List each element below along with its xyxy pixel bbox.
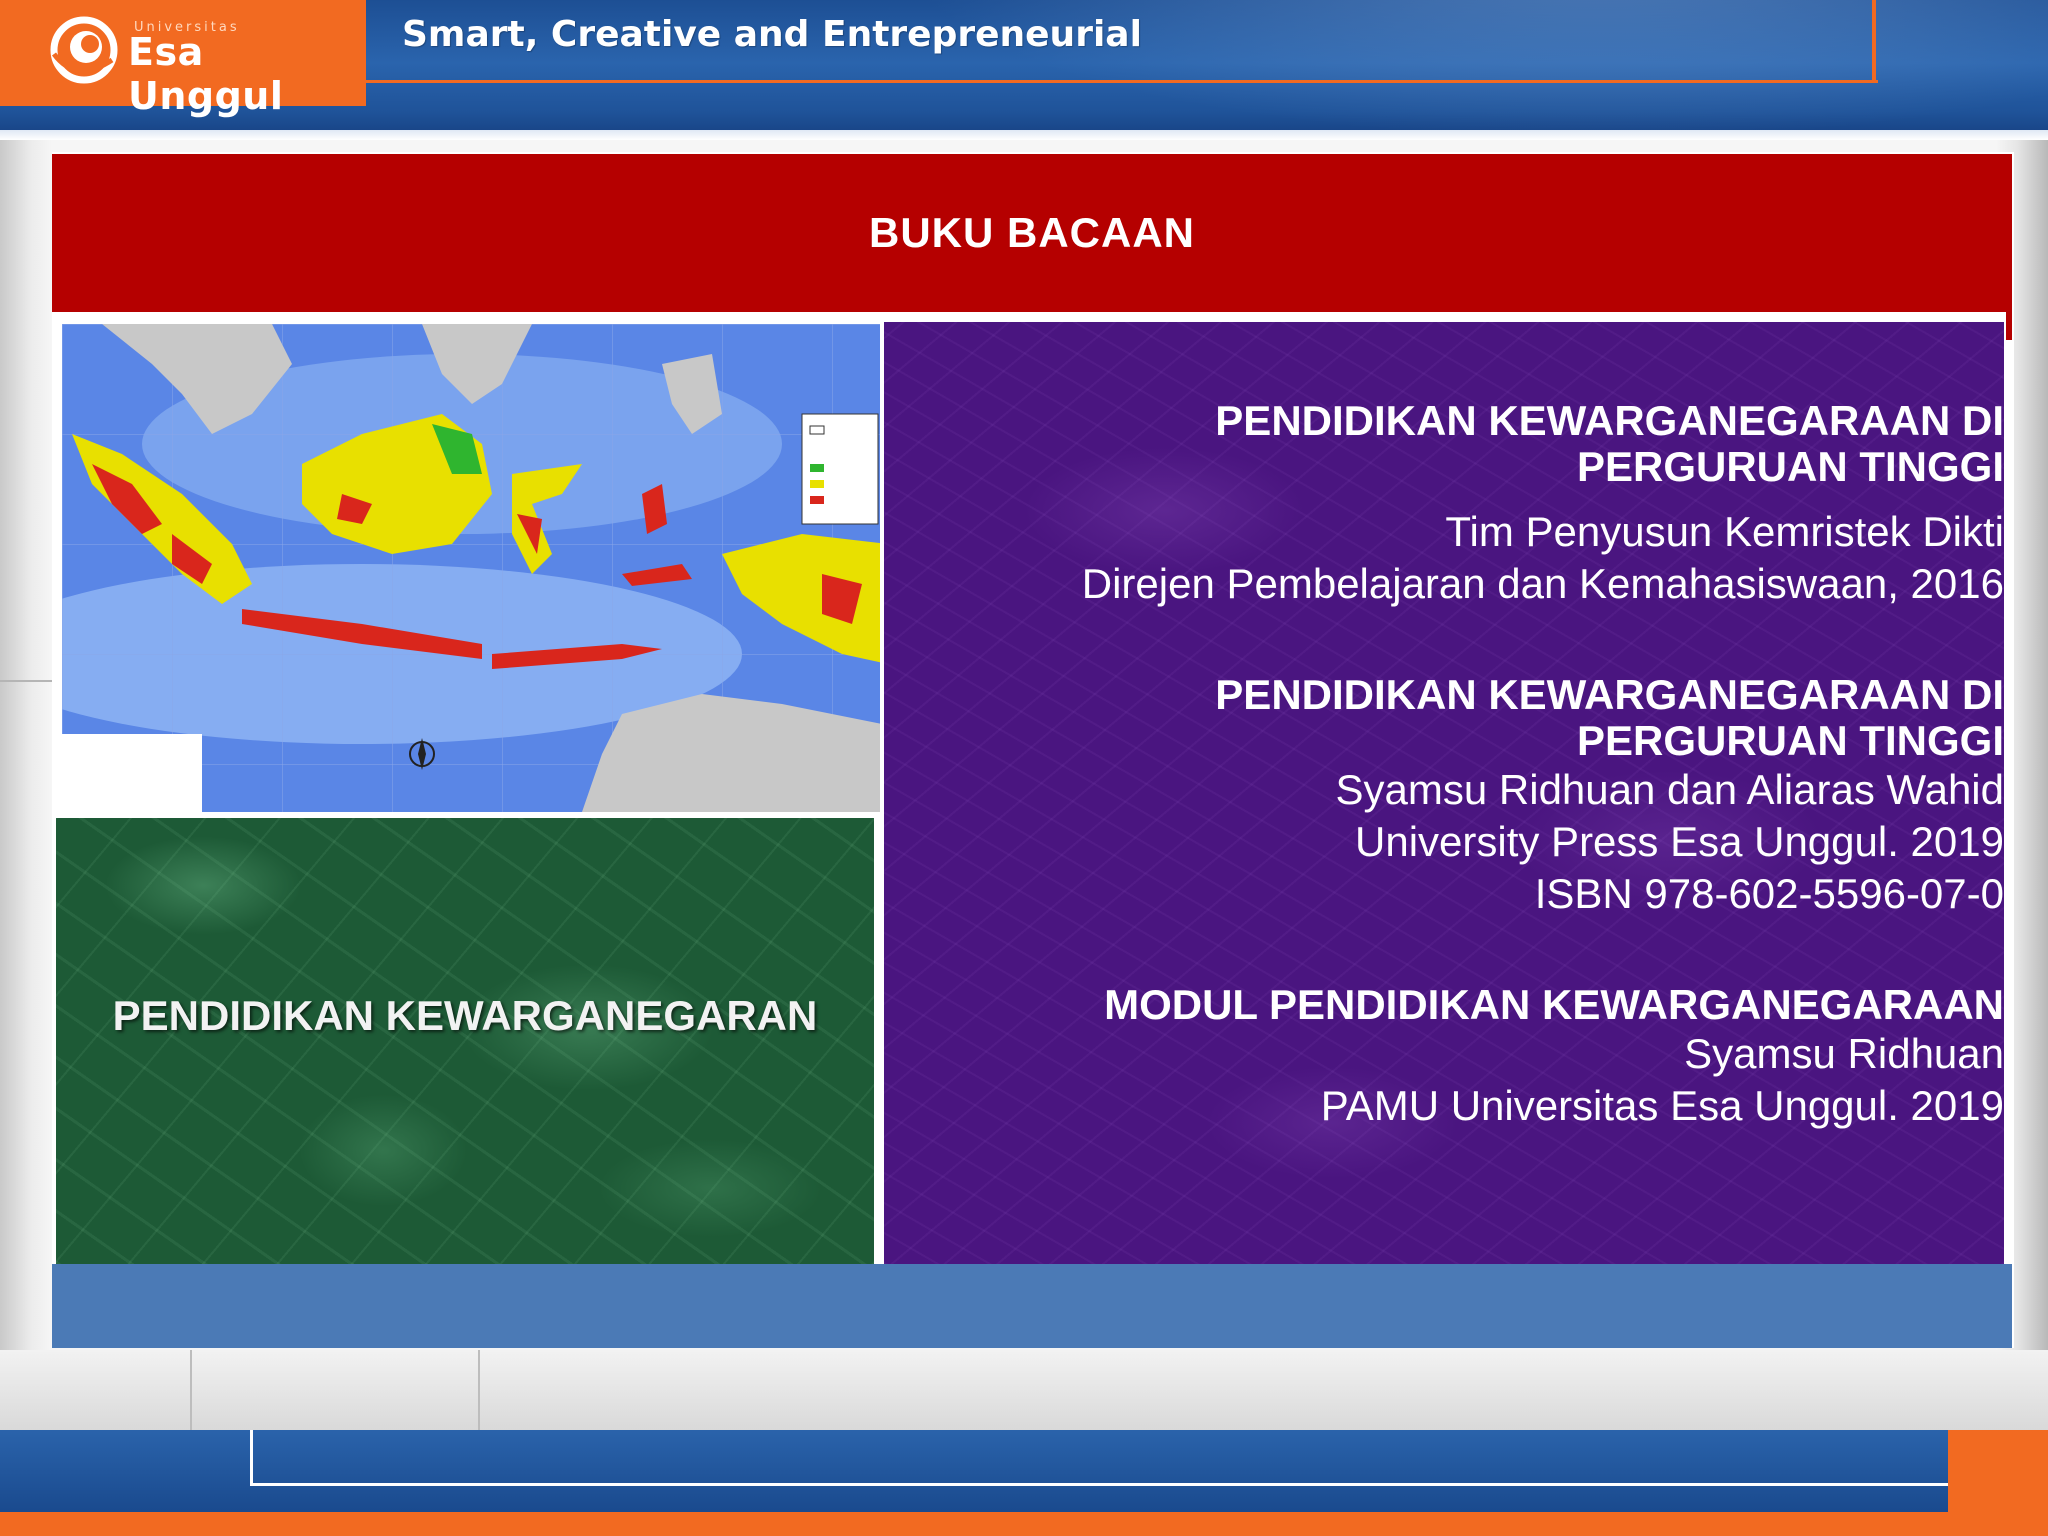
reading-list: PENDIDIKAN KEWARGANEGARAAN DI PERGURUAN … xyxy=(944,398,2004,1194)
book-title-line: PENDIDIKAN KEWARGANEGARAAN DI xyxy=(1215,397,2004,444)
book-author: Syamsu Ridhuan dan Aliaras Wahid xyxy=(1335,766,2004,813)
logo-name-text: Esa Unggul xyxy=(128,30,284,118)
indonesia-map-image xyxy=(56,318,894,818)
bottom-orange-block xyxy=(1948,1430,2048,1512)
bottom-divider xyxy=(190,1350,192,1430)
university-logo: Universitas Esa Unggul xyxy=(0,0,366,118)
left-frame-line xyxy=(0,680,52,682)
book-entry: PENDIDIKAN KEWARGANEGARAAN DI PERGURUAN … xyxy=(944,398,2004,610)
book-title-line: PENDIDIKAN KEWARGANEGARAAN DI xyxy=(1215,671,2004,718)
header-orange-line xyxy=(366,80,1878,83)
slide-title: BUKU BACAAN xyxy=(869,209,1195,256)
map-graphic xyxy=(62,324,888,812)
tagline: Smart, Creative and Entrepreneurial xyxy=(402,14,1142,55)
book-title-line: MODUL PENDIDIKAN KEWARGANEGARAAN xyxy=(1104,981,2004,1028)
bottom-blue-band xyxy=(0,1430,2048,1512)
book-title: MODUL PENDIDIKAN KEWARGANEGARAAN xyxy=(944,982,2004,1028)
header-orange-tick xyxy=(1872,0,1876,83)
slide-title-bar: BUKU BACAAN xyxy=(52,154,2012,312)
book-title-line: PERGURUAN TINGGI xyxy=(1576,717,2004,764)
bottom-white-frame xyxy=(250,1430,1950,1486)
book-title: PENDIDIKAN KEWARGANEGARAAN DI PERGURUAN … xyxy=(944,672,2004,764)
book-title: PENDIDIKAN KEWARGANEGARAAN DI PERGURUAN … xyxy=(944,398,2004,490)
logo-swirl-icon xyxy=(50,16,118,84)
book-title-line: PERGURUAN TINGGI xyxy=(1576,443,2004,490)
bottom-orange-band xyxy=(0,1512,2048,1536)
book-publisher: PAMU Universitas Esa Unggul. 2019 xyxy=(1320,1082,2004,1129)
header-white-stripe xyxy=(0,130,2048,140)
book-publisher: Direjen Pembelajaran dan Kemahasiswaan, … xyxy=(1081,560,2004,607)
book-entry: MODUL PENDIDIKAN KEWARGANEGARAAN Syamsu … xyxy=(944,982,2004,1132)
book-entry: PENDIDIKAN KEWARGANEGARAAN DI PERGURUAN … xyxy=(944,672,2004,920)
book-author: Syamsu Ridhuan xyxy=(1684,1030,2004,1077)
title-bar-edge xyxy=(2006,154,2012,340)
bottom-grey-band xyxy=(0,1350,2048,1430)
book-isbn: ISBN 978-602-5596-07-0 xyxy=(1534,870,2004,917)
book-publisher: University Press Esa Unggul. 2019 xyxy=(1355,818,2004,865)
book-author: Tim Penyusun Kemristek Dikti xyxy=(1445,508,2004,555)
left-frame xyxy=(0,140,52,1430)
slide-footer-strip xyxy=(52,1264,2012,1348)
bottom-divider xyxy=(478,1350,480,1430)
left-panel-label: PENDIDIKAN KEWARGANEGARAN xyxy=(112,992,818,1039)
